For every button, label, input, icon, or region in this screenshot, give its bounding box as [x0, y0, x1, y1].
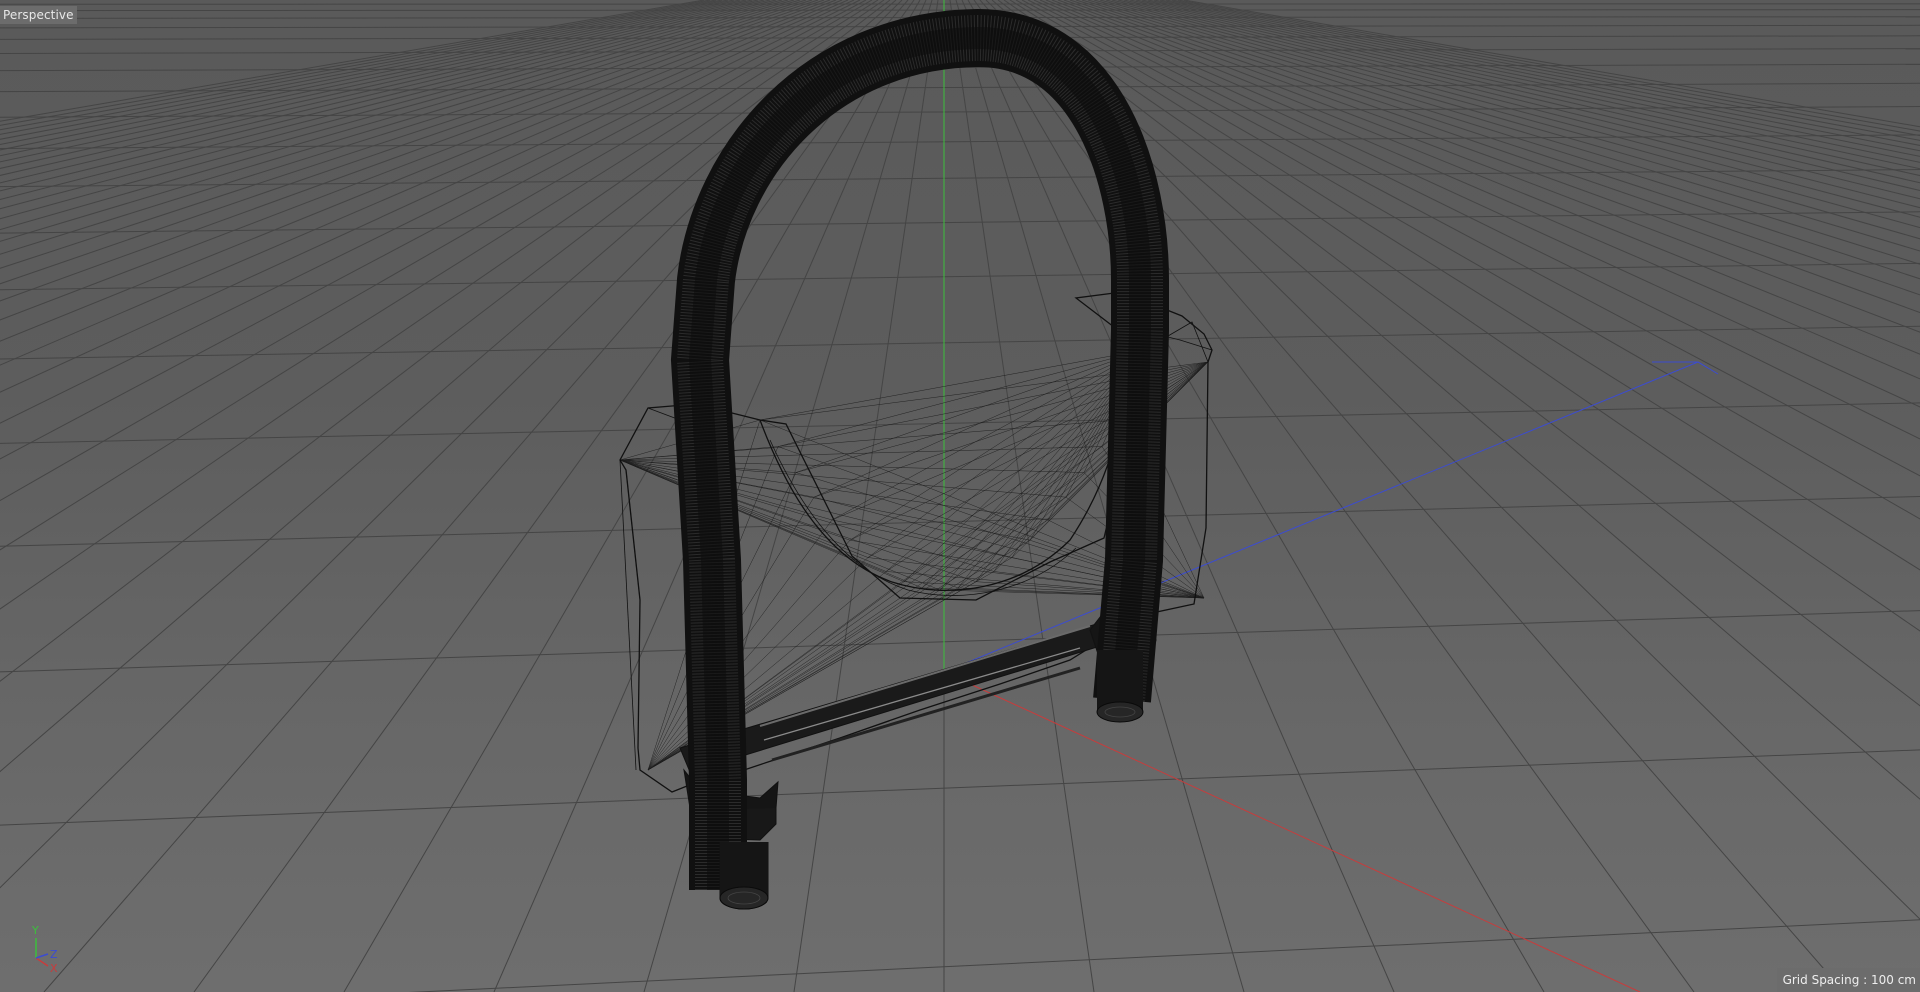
grid-line: [1033, 0, 1920, 408]
ground-grid: [0, 0, 1920, 992]
grid-line: [1141, 0, 1920, 163]
world-z-axis: [943, 361, 1699, 673]
perspective-viewport[interactable]: Perspective Y Z X Grid Spacing : 100 cm: [0, 0, 1920, 992]
grid-line: [1039, 0, 1920, 380]
grid-line: [0, 0, 747, 157]
grid-line: [1177, 0, 1920, 132]
grid-line: [1075, 0, 1920, 265]
gizmo-z-axis: [35, 953, 49, 959]
grid-line: [408, 919, 1920, 992]
grid-line: [1093, 0, 1920, 229]
grid-line: [343, 0, 921, 992]
grid-line: [1057, 0, 1920, 314]
u-bolt-rod[interactable]: [670, 8, 1169, 910]
viewport-scene[interactable]: [0, 0, 1920, 992]
grid-line: [0, 0, 753, 163]
grid-line: [0, 134, 1920, 149]
gizmo-x-label: X: [50, 962, 58, 974]
gizmo-z-label: Z: [50, 948, 58, 961]
grid-line: [1165, 0, 1920, 141]
grid-line: [1153, 0, 1920, 152]
grid-spacing-readout: Grid Spacing : 100 cm: [1776, 968, 1920, 992]
grid-line: [0, 0, 765, 176]
grid-line: [0, 0, 759, 169]
mesh-edge: [885, 349, 1145, 572]
viewport-camera-label[interactable]: Perspective: [0, 6, 77, 24]
axis-gizmo-icon: Y Z X: [31, 924, 58, 974]
grid-line: [1159, 0, 1920, 146]
mesh-edge: [939, 361, 1209, 591]
grid-line: [0, 0, 735, 145]
mesh-edge: [831, 349, 1145, 521]
grid-line: [0, 0, 711, 126]
grid-line: [973, 0, 1695, 992]
grid-line: [961, 0, 1395, 992]
grid-line: [0, 0, 717, 131]
grid-line: [0, 402, 1920, 444]
world-x-axis: [943, 671, 1641, 992]
grid-line: [0, 0, 795, 220]
rod-end-right: [1096, 701, 1144, 723]
grid-line: [193, 0, 915, 992]
grid-line: [1087, 0, 1920, 240]
grid-line: [1171, 0, 1920, 137]
grid-line: [1099, 0, 1920, 218]
grid-line: [0, 749, 1920, 826]
grid-line: [1081, 0, 1920, 252]
gizmo-y-label: Y: [31, 924, 39, 937]
mesh-edge: [619, 459, 869, 558]
gizmo-x-axis: [35, 957, 49, 967]
grid-line: [1051, 0, 1920, 333]
grid-line: [0, 610, 1920, 673]
grid-line: [1147, 0, 1920, 157]
mesh-edge: [777, 349, 1145, 447]
mesh-edge: [759, 349, 1145, 421]
grid-line: [1045, 0, 1920, 355]
grid-line: [0, 262, 1920, 291]
u-bolt-clamp-model[interactable]: [619, 8, 1213, 910]
mesh-edge: [849, 349, 1145, 541]
grid-line: [0, 0, 705, 122]
mesh-edge: [619, 459, 941, 591]
